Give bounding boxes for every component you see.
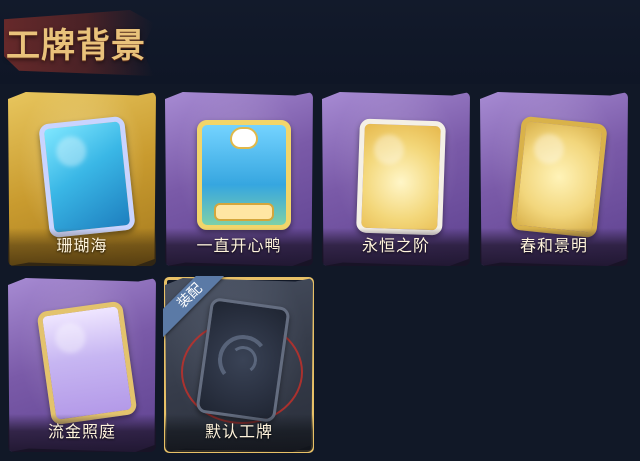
card-label: 流金照庭 <box>47 422 116 441</box>
shine-decoration <box>532 132 566 166</box>
shine-decoration <box>373 134 405 166</box>
card-label: 永恒之阶 <box>361 236 430 255</box>
page-title: 工牌背景 <box>6 26 146 66</box>
coral-icon <box>38 115 136 239</box>
card-eternal-steps[interactable]: 永恒之阶 <box>322 92 470 266</box>
duck-icon <box>197 120 291 230</box>
card-golden-courtyard[interactable]: 流金照庭 <box>8 278 156 452</box>
card-label: 默认工牌 <box>204 422 273 441</box>
card-label: 珊瑚海 <box>56 236 108 255</box>
winged-frame-icon <box>356 118 446 236</box>
header: 工牌背景 <box>0 0 640 84</box>
shine-decoration <box>54 135 88 168</box>
card-label: 春和景明 <box>519 236 588 255</box>
duck-head-icon <box>230 127 258 149</box>
card-default-badge[interactable]: 装配 默认工牌 <box>163 276 314 453</box>
equipped-badge: 装配 <box>163 276 233 346</box>
card-label: 一直开心鸭 <box>196 236 282 255</box>
gold-frame-icon <box>510 115 608 239</box>
card-coral-sea[interactable]: 珊瑚海 <box>8 92 156 266</box>
name-plate-icon <box>214 203 274 221</box>
gilded-arch-icon <box>36 300 138 426</box>
equipped-badge-label: 装配 <box>163 276 233 342</box>
shine-decoration <box>53 321 88 356</box>
card-happy-duck[interactable]: 一直开心鸭 <box>165 92 313 266</box>
card-spring-bright[interactable]: 春和景明 <box>480 92 628 266</box>
